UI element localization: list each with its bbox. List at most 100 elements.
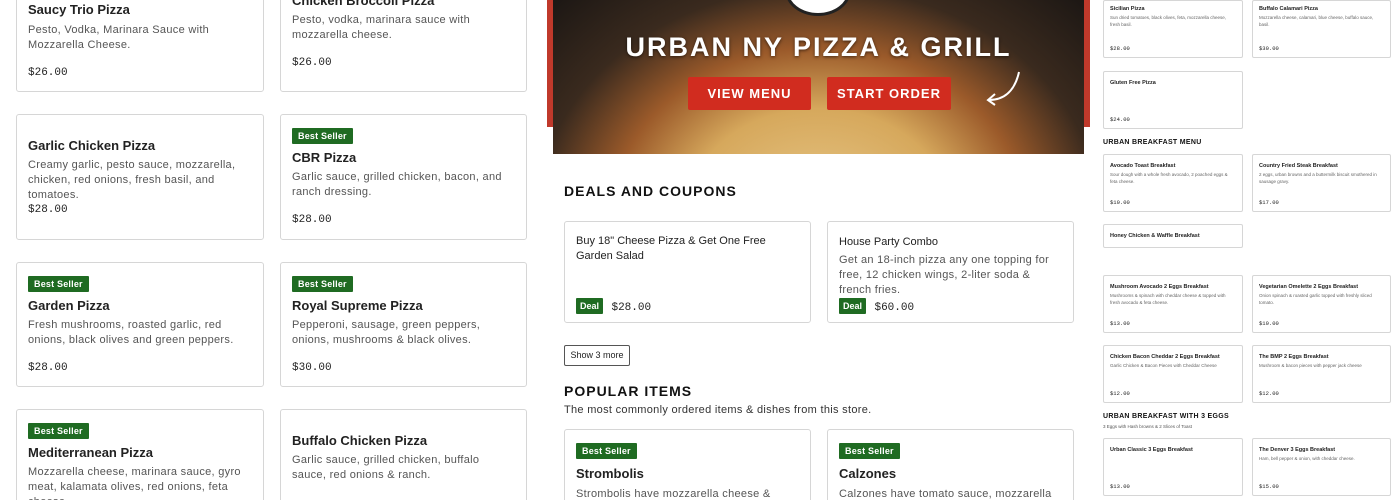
deal-badge: Deal <box>839 297 867 314</box>
hero-title: URBAN NY PIZZA & GRILL <box>625 32 1012 62</box>
mini-item-description: Mushrooms & spinach with cheddar cheese … <box>1110 293 1226 305</box>
mini-item-price: $17.00 <box>1259 199 1279 206</box>
mini-item-title: Buffalo Calamari Pizza <box>1259 6 1318 12</box>
mini-menu-item[interactable]: Gluten Free Pizza $24.00 <box>1103 71 1243 129</box>
deal-card[interactable]: House Party Combo Get an 18-inch pizza a… <box>827 221 1074 323</box>
menu-item-card[interactable]: Best Seller Garden Pizza Fresh mushrooms… <box>16 262 264 387</box>
popular-subtitle: The most commonly ordered items & dishes… <box>564 404 872 416</box>
mini-item-description: Sour dough with a whole fresh avocado, 2… <box>1110 172 1228 184</box>
mini-item-price: $12.00 <box>1259 390 1279 397</box>
mini-menu-item[interactable]: Chicken Bacon Cheddar 2 Eggs Breakfast G… <box>1103 345 1243 403</box>
mini-item-price: $24.00 <box>1110 116 1130 123</box>
item-description: Mozzarella cheese, marinara sauce, gyro … <box>28 466 241 500</box>
menu-item-card[interactable]: Chicken Broccoli Pizza Pesto, vodka, mar… <box>280 0 527 92</box>
mini-item-description: Mozzarella cheese, calamari, blue cheese… <box>1259 15 1374 27</box>
deal-badge: Deal <box>576 297 604 314</box>
mini-menu-item[interactable]: Mushroom Avocado 2 Eggs Breakfast Mushro… <box>1103 275 1243 333</box>
menu-item-card[interactable]: Saucy Trio Pizza Pesto, Vodka, Marinara … <box>16 0 264 92</box>
mini-item-title: Honey Chicken & Waffle Breakfast <box>1110 233 1200 239</box>
show-more-button[interactable]: Show 3 more <box>564 345 630 366</box>
item-description: Garlic sauce, grilled chicken, bacon, an… <box>292 171 502 198</box>
mini-menu-item[interactable]: Avocado Toast Breakfast Sour dough with … <box>1103 154 1243 212</box>
best-seller-badge: Best Seller <box>292 276 353 292</box>
item-description: Calzones have tomato sauce, mozzarella &… <box>839 488 1052 500</box>
mini-item-title: Urban Classic 3 Eggs Breakfast <box>1110 447 1193 453</box>
item-description: Creamy garlic, pesto sauce, mozzarella, … <box>28 159 236 201</box>
deal-price: $60.00 <box>874 302 915 314</box>
mini-item-description: Sun dried tomatoes, black olives, feta, … <box>1110 15 1227 27</box>
mini-item-title: Avocado Toast Breakfast <box>1110 163 1176 169</box>
start-order-button[interactable]: START ORDER <box>827 77 951 110</box>
mini-item-description: Ham, bell pepper & onion, with cheddar c… <box>1259 456 1355 461</box>
item-description: Strombolis have mozzarella cheese & toma… <box>576 488 771 500</box>
item-description: Garlic sauce, grilled chicken, buffalo s… <box>292 454 480 481</box>
mini-menu-item[interactable]: Country Fried Steak Breakfast 2 eggs, ur… <box>1252 154 1391 212</box>
item-price: $28.00 <box>28 204 68 216</box>
mini-menu-item[interactable]: The Denver 3 Eggs Breakfast Ham, bell pe… <box>1252 438 1391 496</box>
mini-item-title: Gluten Free Pizza <box>1110 80 1156 86</box>
mini-item-description: Mushroom & bacon pieces with pepper jack… <box>1259 363 1362 368</box>
mini-item-price: $30.00 <box>1259 45 1279 52</box>
mini-item-price: $12.00 <box>1110 390 1130 397</box>
three-eggs-heading: URBAN BREAKFAST WITH 3 EGGS <box>1103 413 1229 420</box>
deals-heading: DEALS AND COUPONS <box>564 183 737 199</box>
mini-item-price: $10.00 <box>1259 320 1279 327</box>
menu-item-card[interactable]: Garlic Chicken Pizza Creamy garlic, pest… <box>16 114 264 240</box>
item-title: Mediterranean Pizza <box>28 445 153 460</box>
item-description: Pesto, vodka, marinara sauce with mozzar… <box>292 14 471 41</box>
hero-banner: URBAN NY PIZZA & GRILL VIEW MENU START O… <box>553 0 1084 154</box>
mini-item-description: Onion spinach & roasted garlic topped wi… <box>1259 293 1372 305</box>
mini-item-title: Mushroom Avocado 2 Eggs Breakfast <box>1110 284 1209 290</box>
mini-item-title: Country Fried Steak Breakfast <box>1259 163 1338 169</box>
item-price: $26.00 <box>28 67 68 79</box>
deal-description: Get an 18-inch pizza any one topping for… <box>839 254 1050 296</box>
mini-item-title: Vegetarian Omelette 2 Eggs Breakfast <box>1259 284 1359 290</box>
menu-item-card[interactable]: Best Seller Royal Supreme Pizza Pepperon… <box>280 262 527 387</box>
item-description: Pesto, Vodka, Marinara Sauce with Mozzar… <box>28 24 210 51</box>
item-price: $26.00 <box>292 57 332 69</box>
item-title: Chicken Broccoli Pizza <box>292 0 435 8</box>
mini-item-price: $13.00 <box>1110 483 1130 490</box>
view-menu-button[interactable]: VIEW MENU <box>688 77 811 110</box>
deal-title: Buy 18" Cheese Pizza & Get One Free Gard… <box>576 235 766 262</box>
mini-item-description: Garlic Chicken & Bacon Pieces with Chedd… <box>1110 363 1217 368</box>
mini-menu-item[interactable]: Buffalo Calamari Pizza Mozzarella cheese… <box>1252 0 1391 58</box>
mini-menu-item[interactable]: Urban Classic 3 Eggs Breakfast $13.00 <box>1103 438 1243 496</box>
mini-item-title: Chicken Bacon Cheddar 2 Eggs Breakfast <box>1110 354 1220 360</box>
mini-menu-item[interactable]: Vegetarian Omelette 2 Eggs Breakfast Oni… <box>1252 275 1391 333</box>
breakfast-heading: URBAN BREAKFAST MENU <box>1103 139 1202 146</box>
popular-item-card[interactable]: Best Seller Calzones Calzones have tomat… <box>827 429 1074 500</box>
mini-item-title: Sicilian Pizza <box>1110 6 1145 12</box>
item-title: Saucy Trio Pizza <box>28 2 130 17</box>
mini-item-price: $15.00 <box>1259 483 1279 490</box>
popular-item-card[interactable]: Best Seller Strombolis Strombolis have m… <box>564 429 811 500</box>
item-price: $30.00 <box>292 362 332 374</box>
menu-item-card[interactable]: Best Seller CBR Pizza Garlic sauce, gril… <box>280 114 527 240</box>
logo <box>785 0 851 16</box>
menu-item-card[interactable]: Best Seller Mediterranean Pizza Mozzarel… <box>16 409 264 500</box>
three-eggs-subtitle: 3 Eggs with Hash browns & 2 Slices of To… <box>1103 424 1192 429</box>
mini-item-description: 2 eggs, urban browns and a buttermilk bi… <box>1259 172 1377 184</box>
item-title: CBR Pizza <box>292 150 357 165</box>
mini-menu-item[interactable]: Honey Chicken & Waffle Breakfast <box>1103 224 1243 248</box>
best-seller-badge: Best Seller <box>28 276 89 292</box>
item-description: Pepperoni, sausage, green peppers, onion… <box>292 319 481 346</box>
mini-item-title: The Denver 3 Eggs Breakfast <box>1259 447 1336 453</box>
deal-title: House Party Combo <box>839 236 939 248</box>
item-price: $28.00 <box>292 214 332 226</box>
best-seller-badge: Best Seller <box>839 443 900 459</box>
deal-card[interactable]: Buy 18" Cheese Pizza & Get One Free Gard… <box>564 221 811 323</box>
mini-item-price: $28.00 <box>1110 45 1130 52</box>
mini-menu-item[interactable]: The BMP 2 Eggs Breakfast Mushroom & baco… <box>1252 345 1391 403</box>
curved-arrow-icon <box>986 71 1020 106</box>
item-title: Strombolis <box>576 466 644 481</box>
item-title: Garlic Chicken Pizza <box>28 138 156 153</box>
menu-item-card[interactable]: Buffalo Chicken Pizza Garlic sauce, gril… <box>280 409 527 500</box>
item-title: Garden Pizza <box>28 298 110 313</box>
item-title: Calzones <box>839 466 897 481</box>
best-seller-badge: Best Seller <box>28 423 89 439</box>
item-title: Royal Supreme Pizza <box>292 298 423 313</box>
mini-item-title: The BMP 2 Eggs Breakfast <box>1259 354 1329 360</box>
best-seller-badge: Best Seller <box>292 128 353 144</box>
mini-menu-item[interactable]: Sicilian Pizza Sun dried tomatoes, black… <box>1103 0 1243 58</box>
